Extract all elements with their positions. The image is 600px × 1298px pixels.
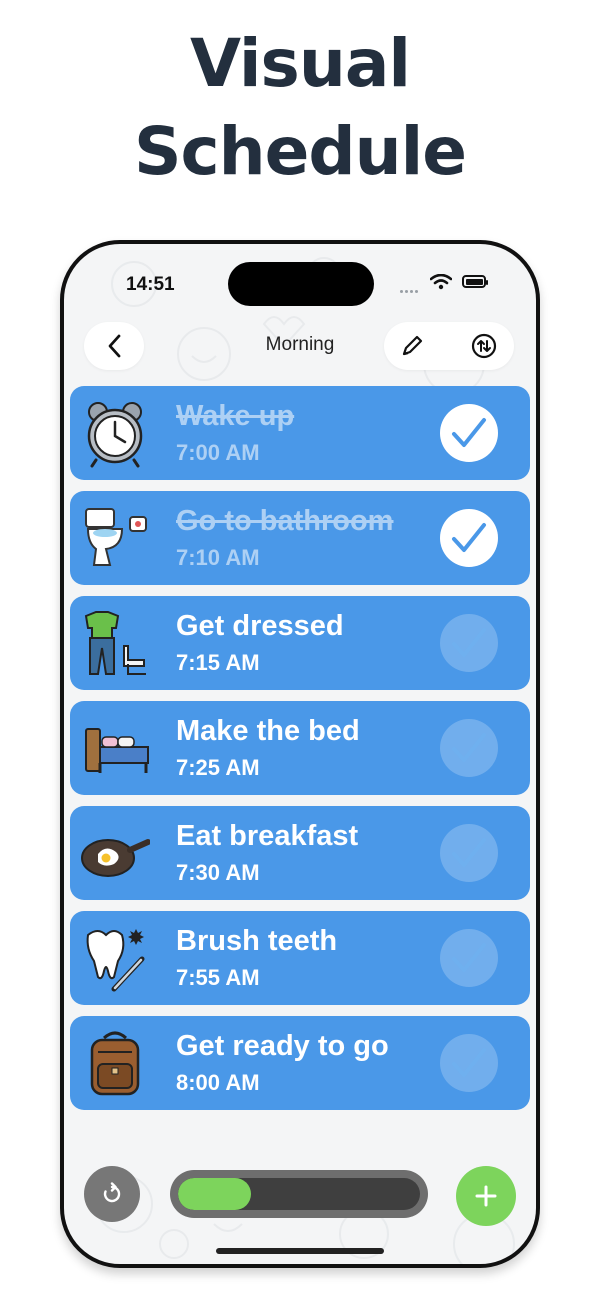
- task-name: Wake up: [176, 400, 295, 432]
- frying-pan-icon: [81, 839, 150, 877]
- clothes-icon: [84, 611, 146, 675]
- wifi-icon: [430, 274, 452, 290]
- toilet-icon: [85, 508, 147, 566]
- tooth-icon: [86, 929, 145, 992]
- progress-fill: [178, 1178, 251, 1210]
- task-checkbox[interactable]: [440, 824, 498, 882]
- task-time: 7:10 AM: [176, 545, 260, 570]
- task-name: Eat breakfast: [176, 820, 359, 852]
- task-checkbox[interactable]: [440, 929, 498, 987]
- task-card[interactable]: Get ready to go 8:00 AM: [70, 1016, 530, 1110]
- headline-line-2: Schedule: [133, 113, 467, 190]
- task-list: Wake up 7:00 AM Go to bathroom 7:10 AM G…: [70, 386, 530, 1121]
- task-time: 8:00 AM: [176, 1070, 260, 1095]
- backpack-icon: [90, 1031, 140, 1096]
- checkmark-icon: [452, 628, 486, 657]
- phone-frame: 14:51 Morning Wake up 7:00 AM Go to bath…: [60, 240, 540, 1268]
- checkmark-icon: [452, 838, 486, 867]
- refresh-icon: [103, 1182, 121, 1203]
- bed-icon: [85, 728, 149, 773]
- checkmark-icon: [452, 418, 486, 447]
- task-card[interactable]: Make the bed 7:25 AM: [70, 701, 530, 795]
- task-card[interactable]: Go to bathroom 7:10 AM: [70, 491, 530, 585]
- task-checkbox[interactable]: [440, 1034, 498, 1092]
- task-checkbox[interactable]: [440, 614, 498, 672]
- status-time: 14:51: [126, 274, 175, 295]
- task-card[interactable]: Wake up 7:00 AM: [70, 386, 530, 480]
- progress-track: [178, 1178, 420, 1210]
- task-name: Get dressed: [176, 610, 344, 642]
- status-dots: [400, 280, 420, 298]
- reset-button[interactable]: [84, 1166, 140, 1222]
- pencil-icon: [402, 335, 423, 356]
- checkmark-icon: [452, 733, 486, 762]
- task-card[interactable]: Get dressed 7:15 AM: [70, 596, 530, 690]
- task-name: Make the bed: [176, 715, 360, 747]
- task-time: 7:55 AM: [176, 965, 260, 990]
- task-card[interactable]: Brush teeth 7:55 AM: [70, 911, 530, 1005]
- header-actions: [384, 322, 514, 370]
- checkmark-icon: [452, 943, 486, 972]
- alarm-clock-icon: [87, 402, 143, 468]
- task-time: 7:00 AM: [176, 440, 260, 465]
- home-indicator: [216, 1248, 384, 1254]
- checkmark-icon: [452, 523, 486, 552]
- task-time: 7:15 AM: [176, 650, 260, 675]
- task-checkbox[interactable]: [440, 404, 498, 462]
- task-card[interactable]: Eat breakfast 7:30 AM: [70, 806, 530, 900]
- task-checkbox[interactable]: [440, 509, 498, 567]
- task-name: Go to bathroom: [176, 505, 394, 537]
- swap-vertical-icon: [471, 333, 497, 359]
- checkmark-icon: [452, 1048, 486, 1077]
- battery-icon: [462, 275, 488, 288]
- dynamic-island: [228, 262, 374, 306]
- plus-icon: [475, 1185, 497, 1207]
- task-time: 7:25 AM: [176, 755, 260, 780]
- task-name: Get ready to go: [176, 1030, 389, 1062]
- progress-bar: [170, 1170, 428, 1218]
- reorder-button[interactable]: [466, 330, 502, 362]
- task-checkbox[interactable]: [440, 719, 498, 777]
- add-task-button[interactable]: [456, 1166, 516, 1226]
- task-time: 7:30 AM: [176, 860, 260, 885]
- task-name: Brush teeth: [176, 925, 338, 957]
- headline-line-1: Visual: [190, 25, 411, 102]
- edit-button[interactable]: [394, 330, 430, 362]
